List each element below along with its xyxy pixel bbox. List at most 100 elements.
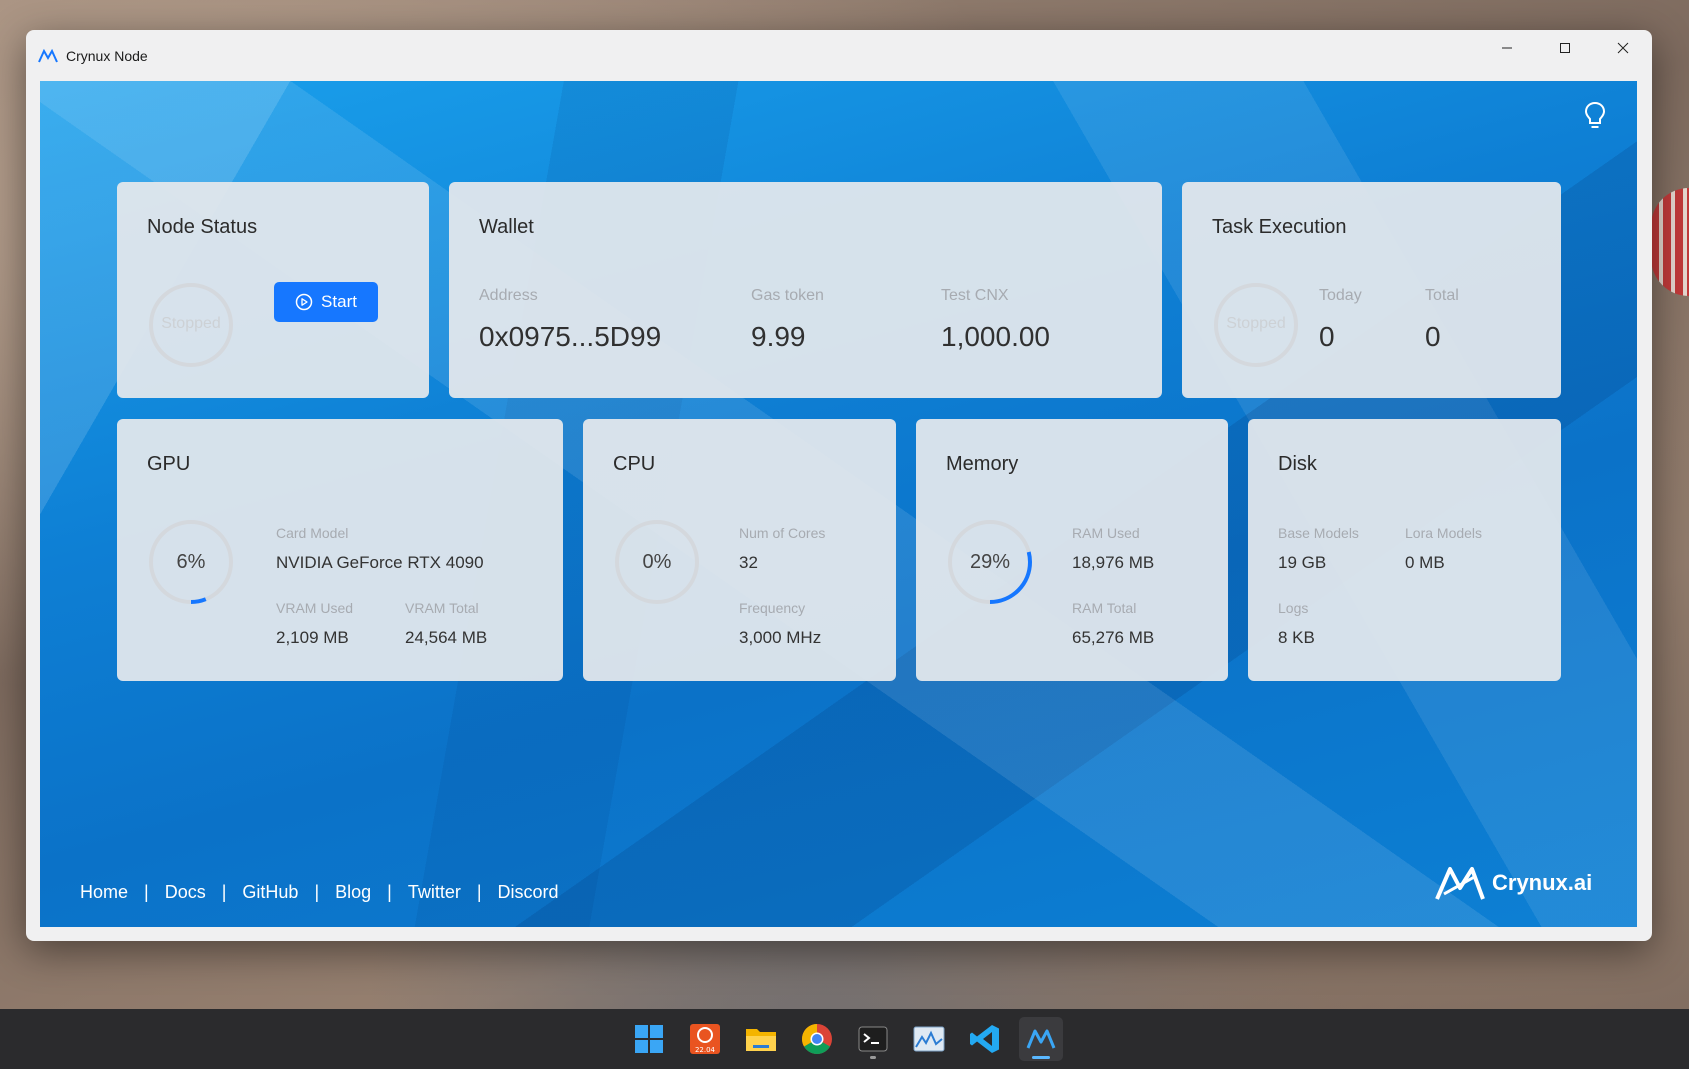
- close-icon: [1617, 42, 1629, 54]
- dashboard-content: Node Status Stopped Start Wallet Address…: [40, 81, 1637, 927]
- gpu-usage-text: 6%: [176, 551, 206, 573]
- wallet-title: Wallet: [479, 216, 534, 238]
- crynux-icon: [1026, 1029, 1055, 1049]
- window-title: Crynux Node: [66, 47, 148, 64]
- running-indicator: [869, 1056, 876, 1059]
- num-cores-value: 32: [739, 553, 758, 572]
- test-cnx-value: 1,000.00: [941, 321, 1050, 352]
- disk-card: Disk Base Models 19 GB Lora Models 0 MB …: [1248, 419, 1561, 681]
- total-label: Total: [1425, 287, 1459, 304]
- crynux-logo: Crynux.ai: [1434, 864, 1592, 902]
- minimize-button[interactable]: [1478, 30, 1536, 66]
- ubuntu-version-label: 22.04: [694, 1046, 715, 1054]
- taskbar: 22.04: [0, 1009, 1689, 1069]
- memory-usage-text: 29%: [969, 551, 1011, 573]
- minimize-icon: [1502, 47, 1512, 49]
- memory-card: Memory 29% RAM Used 18,976 MB RAM Total …: [916, 419, 1228, 681]
- ram-total-label: RAM Total: [1072, 600, 1137, 616]
- task-execution-title: Task Execution: [1212, 216, 1347, 238]
- total-value: 0: [1425, 321, 1441, 352]
- active-indicator: [1031, 1056, 1050, 1059]
- num-cores-label: Num of Cores: [739, 525, 826, 541]
- taskbar-resource-monitor[interactable]: [907, 1017, 951, 1061]
- cpu-card: CPU 0% Num of Cores 32 Frequency 3,000 M…: [583, 419, 896, 681]
- footer-separator: |: [221, 882, 227, 902]
- app-window: Crynux Node Node Status Stopped Start Wa…: [26, 30, 1652, 941]
- footer-separator: |: [314, 882, 320, 902]
- gpu-title: GPU: [147, 453, 191, 475]
- footer-link-github[interactable]: GitHub: [242, 882, 298, 903]
- resource-monitor-icon: [913, 1026, 944, 1052]
- card-model-value: NVIDIA GeForce RTX 4090: [276, 553, 484, 572]
- taskbar-crynux[interactable]: [1018, 1017, 1063, 1061]
- crynux-logo-icon: [1435, 867, 1485, 900]
- vscode-icon: [969, 1025, 999, 1053]
- ubuntu-icon: 22.04: [689, 1024, 720, 1054]
- ram-used-label: RAM Used: [1072, 525, 1140, 541]
- vram-used-value: 2,109 MB: [276, 628, 349, 647]
- background-balloon: [1651, 188, 1689, 296]
- test-cnx-label: Test CNX: [941, 287, 1009, 304]
- file-explorer-icon: [745, 1029, 776, 1051]
- taskbar-chrome[interactable]: [795, 1017, 839, 1061]
- logs-label: Logs: [1278, 600, 1309, 616]
- base-models-value: 19 GB: [1278, 553, 1327, 572]
- crynux-app-icon: [38, 48, 58, 63]
- footer-separator: |: [387, 882, 392, 902]
- node-status-title: Node Status: [147, 216, 258, 238]
- footer-link-twitter[interactable]: Twitter: [408, 882, 461, 903]
- wallet-address-label: Address: [479, 287, 538, 304]
- footer-link-docs[interactable]: Docs: [165, 882, 206, 903]
- frequency-value: 3,000 MHz: [739, 628, 822, 647]
- wallet-card: Wallet Address 0x0975...5D99 Gas token 9…: [449, 182, 1162, 398]
- taskbar-terminal[interactable]: [851, 1017, 895, 1061]
- play-circle-icon: [295, 293, 313, 311]
- close-button[interactable]: [1594, 30, 1652, 66]
- footer-link-blog[interactable]: Blog: [335, 882, 371, 903]
- card-model-label: Card Model: [276, 525, 349, 541]
- node-status-state: Stopped: [161, 315, 221, 332]
- logs-value: 8 KB: [1278, 628, 1315, 647]
- vram-total-label: VRAM Total: [405, 600, 479, 616]
- ram-total-value: 65,276 MB: [1072, 628, 1155, 647]
- maximize-button[interactable]: [1536, 30, 1594, 66]
- start-button-label: Start: [321, 292, 357, 311]
- vram-total-value: 24,564 MB: [405, 628, 488, 647]
- cpu-title: CPU: [613, 453, 656, 475]
- task-execution-card: Task Execution Stopped Today 0 Total 0: [1182, 182, 1561, 398]
- lora-models-label: Lora Models: [1405, 525, 1483, 541]
- disk-title: Disk: [1278, 453, 1317, 475]
- frequency-label: Frequency: [739, 600, 806, 616]
- task-execution-state: Stopped: [1226, 315, 1286, 332]
- footer-separator: |: [144, 882, 149, 902]
- terminal-icon: [858, 1026, 887, 1052]
- title-bar[interactable]: Crynux Node: [26, 30, 1652, 81]
- vram-used-label: VRAM Used: [276, 600, 354, 616]
- crynux-brand-text: Crynux.ai: [1492, 870, 1593, 895]
- gas-token-label: Gas token: [751, 287, 824, 304]
- chrome-icon: [801, 1024, 832, 1055]
- lightbulb-icon[interactable]: [1583, 101, 1607, 131]
- wallet-address: 0x0975...5D99: [479, 321, 662, 352]
- node-status-card: Node Status Stopped Start: [117, 182, 429, 398]
- memory-title: Memory: [946, 453, 1019, 475]
- start-icon: [634, 1025, 663, 1053]
- footer-separator: |: [476, 882, 482, 902]
- taskbar-start[interactable]: [627, 1017, 671, 1061]
- today-value: 0: [1319, 321, 1335, 352]
- taskbar-ubuntu[interactable]: 22.04: [683, 1017, 727, 1061]
- gpu-card: GPU 6% Card Model NVIDIA GeForce RTX 409…: [117, 419, 563, 681]
- cpu-usage-text: 0%: [642, 551, 672, 573]
- footer-link-home[interactable]: Home: [80, 882, 128, 903]
- taskbar-vscode[interactable]: [963, 1017, 1007, 1061]
- maximize-icon: [1560, 43, 1570, 53]
- gas-token-value: 9.99: [751, 321, 806, 352]
- base-models-label: Base Models: [1278, 525, 1359, 541]
- lora-models-value: 0 MB: [1405, 553, 1445, 572]
- taskbar-file-explorer[interactable]: [739, 1017, 783, 1061]
- today-label: Today: [1319, 287, 1362, 304]
- footer-link-discord[interactable]: Discord: [498, 882, 559, 903]
- footer-links: Home | Docs | GitHub | Blog | Twitter | …: [80, 882, 559, 903]
- start-button[interactable]: Start: [274, 282, 378, 322]
- ram-used-value: 18,976 MB: [1072, 553, 1155, 572]
